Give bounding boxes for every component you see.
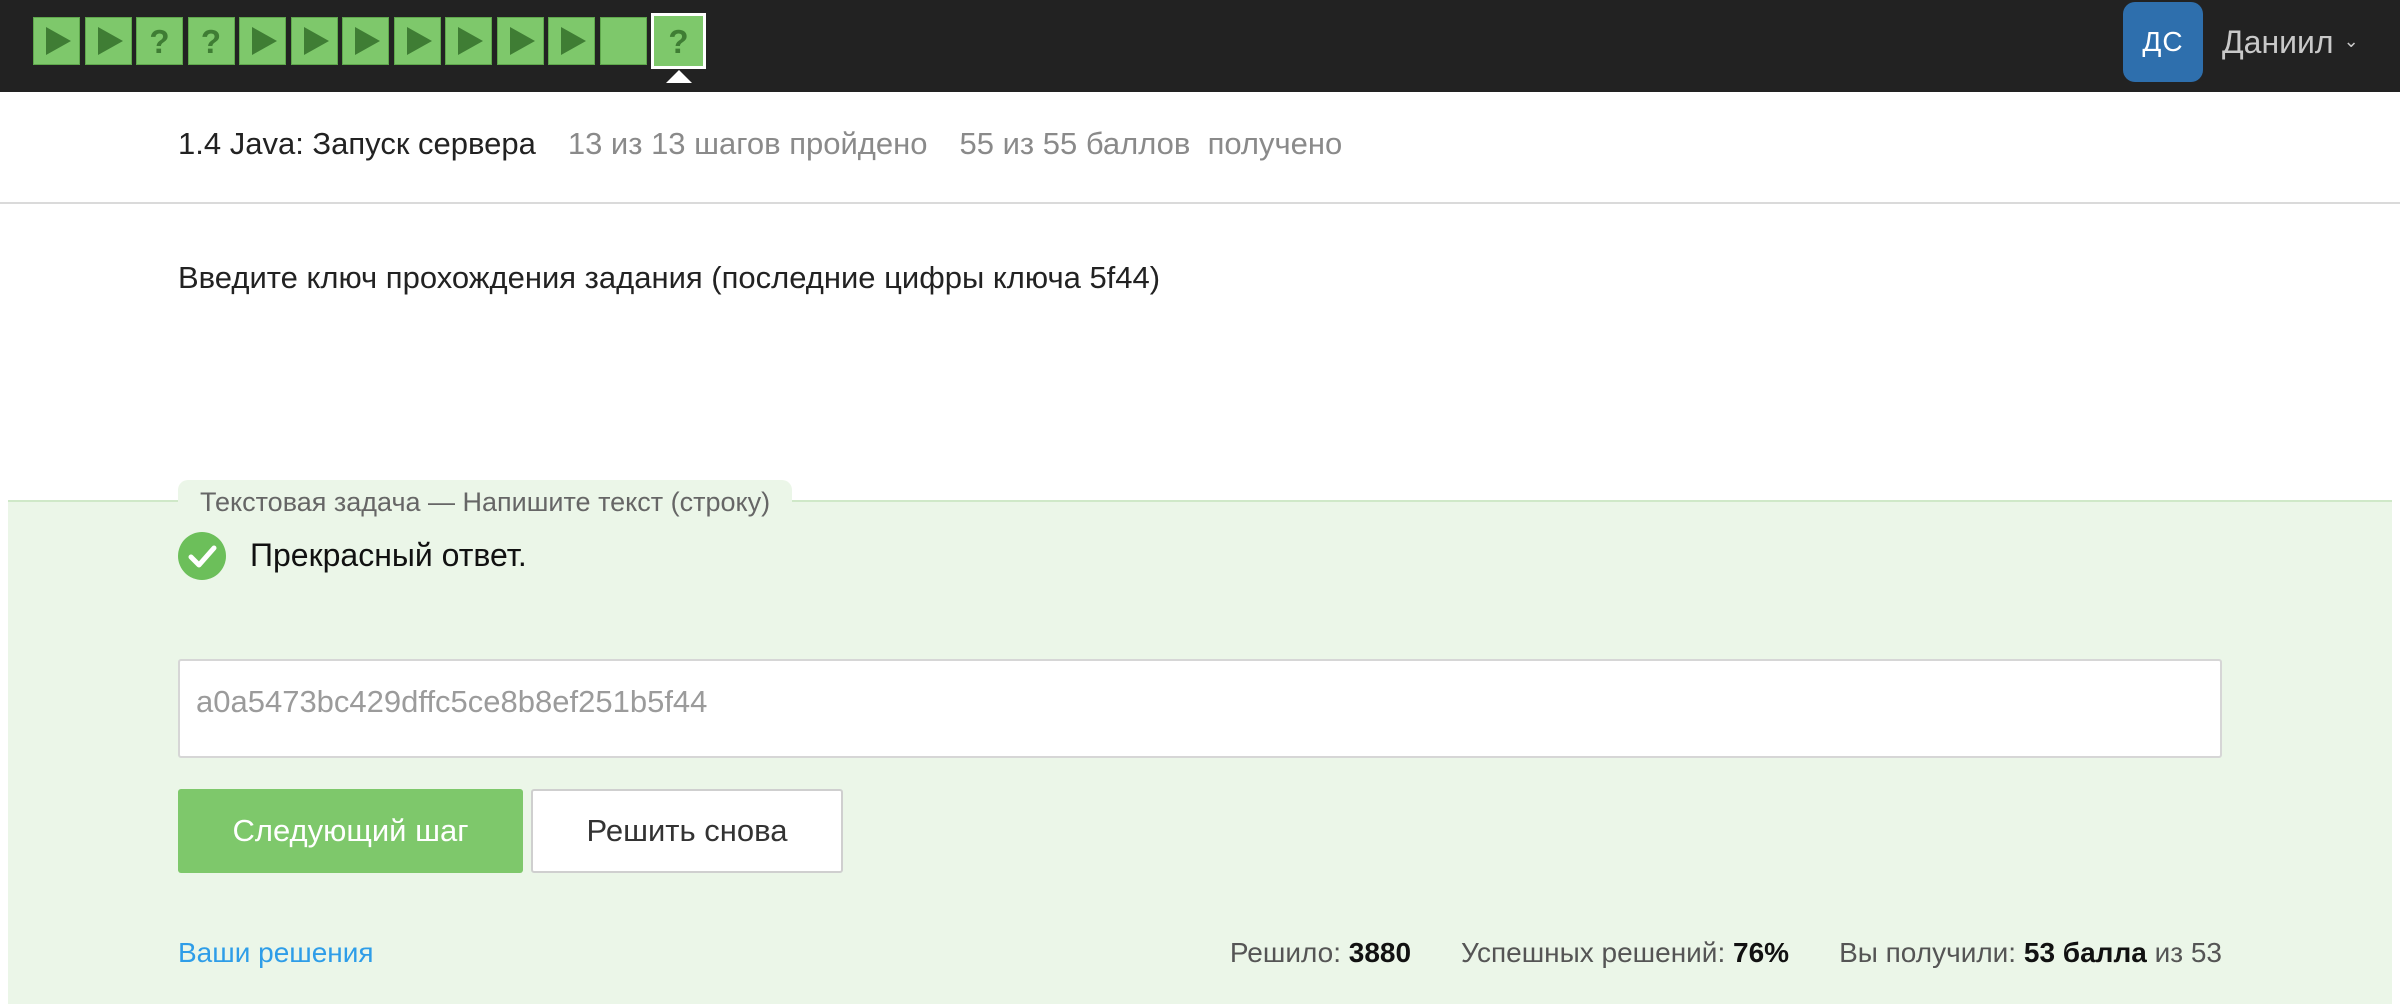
play-icon	[46, 27, 71, 55]
quiz-stats: Решило: 3880 Успешных решений: 76% Вы по…	[1230, 937, 2222, 969]
step-11[interactable]	[548, 17, 595, 65]
play-icon	[303, 27, 329, 55]
earned-label: Вы получили:	[1839, 937, 2017, 968]
solve-again-button[interactable]: Решить снова	[531, 789, 843, 873]
question-icon: ?	[200, 22, 222, 60]
points-progress: 55 из 55 баллов получено	[959, 126, 1343, 161]
quiz-type-label: Текстовая задача — Напишите текст (строк…	[178, 480, 793, 524]
header-divider	[0, 202, 2400, 204]
answer-field[interactable]: a0a5473bc429dffc5ce8b8ef251b5f44	[178, 659, 2222, 758]
play-icon	[406, 27, 432, 55]
play-icon	[355, 27, 380, 55]
top-bar: ??? ДС Даниил ⌄	[0, 0, 2400, 92]
step-navigation: ???	[33, 13, 711, 69]
question-icon: ?	[149, 22, 170, 60]
success-value: 76%	[1733, 937, 1790, 968]
earned-of: из 53	[2154, 937, 2222, 968]
lesson-title: 1.4 Java: Запуск сервера	[178, 126, 536, 161]
play-icon	[458, 27, 483, 55]
solved-value: 3880	[1348, 937, 1412, 968]
play-icon	[561, 27, 586, 55]
step-6[interactable]	[290, 17, 338, 65]
step-8[interactable]	[393, 17, 441, 65]
play-icon	[509, 27, 535, 55]
step-5[interactable]	[239, 17, 286, 65]
your-solutions-link[interactable]: Ваши решения	[178, 937, 374, 969]
step-3[interactable]: ?	[136, 17, 183, 65]
check-circle-icon	[178, 532, 226, 580]
feedback-message: Прекрасный ответ.	[250, 537, 527, 573]
next-step-button[interactable]: Следующий шаг	[178, 789, 523, 873]
steps-progress: 13 из 13 шагов пройдено	[567, 126, 928, 161]
user-name: Даниил	[2222, 23, 2334, 60]
avatar[interactable]: ДС	[2123, 2, 2203, 82]
user-menu[interactable]: Даниил ⌄	[2222, 22, 2359, 62]
success-label: Успешных решений:	[1461, 937, 1726, 968]
step-12[interactable]	[599, 17, 647, 65]
step-1[interactable]	[33, 17, 80, 65]
step-9[interactable]	[445, 17, 492, 65]
step-7[interactable]	[342, 17, 389, 65]
question-icon: ?	[668, 22, 689, 60]
step-4[interactable]: ?	[187, 17, 235, 65]
earned-value: 53 балла	[2023, 937, 2147, 968]
solved-label: Решило:	[1229, 937, 1341, 968]
step-2[interactable]	[84, 17, 132, 65]
lesson-header: 1.4 Java: Запуск сервера 13 из 13 шагов …	[178, 126, 1342, 162]
step-13-current[interactable]: ?	[651, 13, 706, 69]
play-icon	[252, 27, 277, 55]
task-prompt: Введите ключ прохождения задания (послед…	[178, 260, 1161, 295]
chevron-down-icon: ⌄	[2343, 30, 2359, 51]
step-10[interactable]	[496, 17, 544, 65]
play-icon	[97, 27, 123, 55]
